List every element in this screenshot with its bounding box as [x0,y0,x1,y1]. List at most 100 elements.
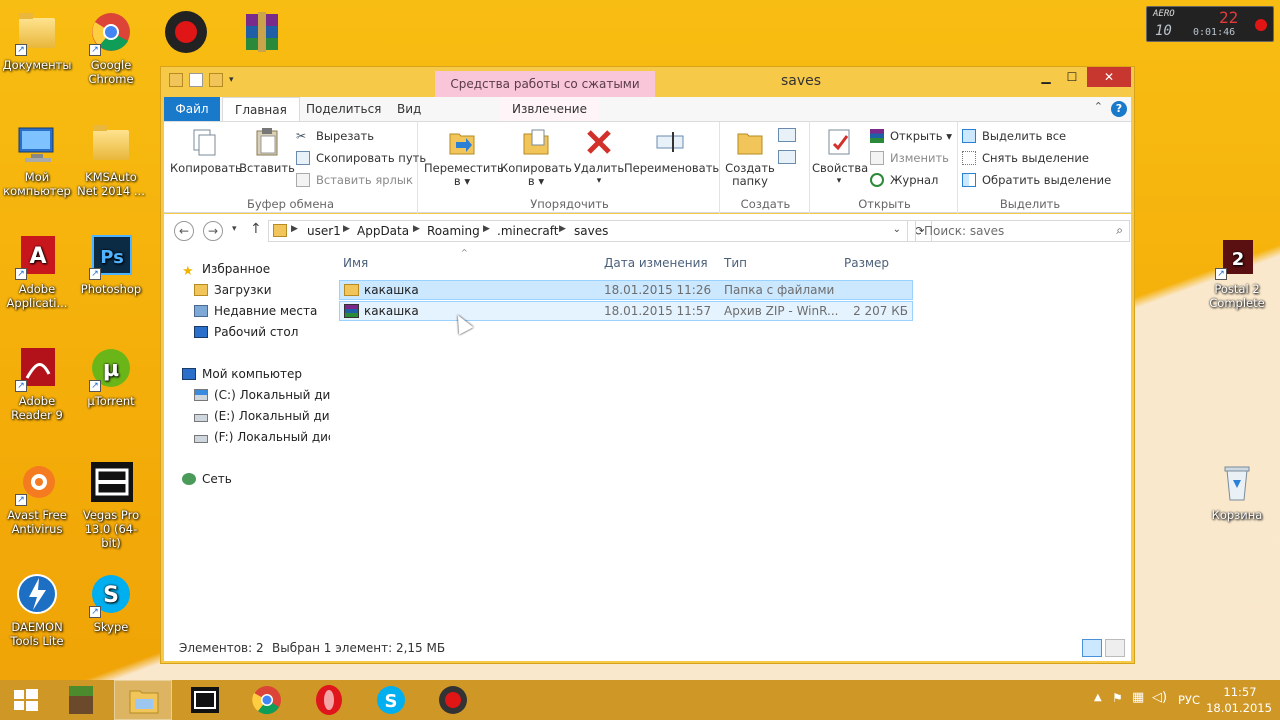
details-view-button[interactable] [1082,639,1102,657]
copy-to-button[interactable]: Копировать в ▾ [500,126,572,188]
back-button[interactable]: ← [174,221,194,241]
nav-favorites[interactable]: ★ Избранное [182,262,270,276]
invert-selection-button[interactable]: Обратить выделение [962,170,1111,190]
breadcrumb[interactable]: ▶ user1 ▶ AppData ▶ Roaming ▶ .minecraft… [268,220,908,242]
clock-date[interactable]: 18.01.2015 [1204,701,1274,715]
cut-button[interactable]: ✂ Вырезать [296,126,374,146]
copy-button[interactable]: Копировать [170,126,242,175]
properties-qat-icon[interactable] [189,73,203,87]
desktop-icon-skype[interactable]: S ↗ Skype [75,570,147,634]
desktop-icon-chrome[interactable]: ↗ Google Chrome [75,8,147,86]
nav-drive-c[interactable]: (C:) Локальный дис [194,388,330,402]
action-center-icon[interactable]: ⚑ [1112,691,1123,705]
desktop-icon-photoshop[interactable]: Ps ↗ Photoshop [75,232,147,296]
new-folder-qat-icon[interactable] [209,73,223,87]
new-folder-button[interactable]: Создать папку [724,126,776,188]
chevron-right-icon[interactable]: ▶ [483,224,490,234]
desktop-icon-recycle-bin[interactable]: Корзина [1201,458,1273,522]
forward-button[interactable]: → [203,221,223,241]
edit-button[interactable]: Изменить [870,148,949,168]
group-create: Создать папку Создать [722,122,810,214]
file-row[interactable]: какашка 18.01.2015 11:26 Папка с файлами [339,280,913,300]
desktop-icon-daemon-tools[interactable]: DAEMON Tools Lite [1,570,73,648]
paste-button[interactable]: Вставить [238,126,296,175]
tab-file[interactable]: Файл [164,97,220,121]
up-button[interactable]: ↑ [250,221,262,237]
close-button[interactable]: ✕ [1087,67,1131,87]
nav-desktop[interactable]: Рабочий стол [194,325,298,339]
desktop-icon-utorrent[interactable]: µ ↗ µTorrent [75,344,147,408]
chevron-down-icon[interactable]: ⌄ [893,224,901,235]
taskbar-skype[interactable]: S [362,680,420,720]
select-none-button[interactable]: Снять выделение [962,148,1089,168]
paste-shortcut-button[interactable]: Вставить ярлык [296,170,413,190]
desktop-icon-vegas[interactable]: Vegas Pro 13.0 (64-bit) [75,458,147,550]
desktop-icon-documents[interactable]: ↗ Документы [1,8,73,72]
delete-button[interactable]: Удалить ▾ [572,126,626,188]
easy-access-icon[interactable] [778,150,796,164]
taskbar-explorer[interactable] [114,680,172,720]
select-all-button[interactable]: Выделить все [962,126,1066,146]
desktop-icon-kmsauto[interactable]: KMSAuto Net 2014 ... [75,120,147,198]
qat-dropdown-icon[interactable]: ▾ [229,73,239,87]
column-header-date[interactable]: Дата изменения [604,256,708,270]
tab-extract[interactable]: Извлечение [500,97,599,121]
tab-home[interactable]: Главная [222,97,300,121]
desktop-icon-my-computer[interactable]: Мой компьютер [1,120,73,198]
language-indicator[interactable]: РУС [1178,693,1200,707]
nav-recent-places[interactable]: Недавние места [194,304,317,318]
start-button[interactable] [0,680,52,720]
file-row[interactable]: какашка 18.01.2015 11:57 Архив ZIP - Win… [339,301,913,321]
move-to-button[interactable]: Переместить в ▾ [424,126,504,188]
chevron-right-icon[interactable]: ▶ [559,224,566,234]
tab-view[interactable]: Вид [385,97,433,121]
desktop-icon-adobe-app[interactable]: A ↗ Adobe Applicati... [1,232,73,310]
nav-my-computer[interactable]: Мой компьютер [182,367,302,381]
breadcrumb-appdata[interactable]: AppData [357,224,409,238]
clock-time[interactable]: 11:57 [1210,685,1270,699]
column-header-size[interactable]: Размер [844,256,889,270]
nav-network[interactable]: Сеть [182,472,232,486]
nav-downloads[interactable]: Загрузки [194,283,272,297]
minimize-button[interactable]: ▁ [1033,67,1059,87]
collapse-ribbon-icon[interactable]: ⌃ [1094,100,1103,113]
recent-locations-icon[interactable]: ▾ [232,224,237,234]
maximize-button[interactable]: ☐ [1059,67,1085,87]
breadcrumb-saves[interactable]: saves [574,224,608,238]
large-icons-view-button[interactable] [1105,639,1125,657]
help-icon[interactable]: ? [1111,101,1127,117]
column-header-name[interactable]: Имя [343,256,368,270]
rename-button[interactable]: Переименовать [624,126,719,175]
properties-button[interactable]: Свойства ▾ [812,126,868,188]
breadcrumb-roaming[interactable]: Roaming [427,224,480,238]
open-button[interactable]: Открыть ▾ [870,126,952,146]
nav-drive-f[interactable]: (F:) Локальный дис [194,430,330,444]
search-input[interactable] [916,221,1096,241]
desktop-icon-adobe-reader[interactable]: ↗ Adobe Reader 9 [1,344,73,422]
taskbar-chrome[interactable] [238,680,296,720]
breadcrumb-user1[interactable]: user1 [307,224,341,238]
chevron-right-icon[interactable]: ▶ [291,224,298,234]
new-item-icon[interactable] [778,128,796,142]
taskbar-bandicam[interactable] [424,680,482,720]
volume-icon[interactable]: ◁) [1152,690,1167,705]
column-header-type[interactable]: Тип [724,256,747,270]
desktop-icon-winrar[interactable] [226,8,298,58]
show-hidden-icons-icon[interactable]: ▲ [1094,692,1102,703]
search-icon[interactable]: ⌕ [1116,223,1123,238]
copy-path-button[interactable]: Скопировать путь [296,148,426,168]
taskbar-opera[interactable] [300,680,358,720]
breadcrumb-minecraft[interactable]: .minecraft [497,224,558,238]
desktop-icon-postal[interactable]: 2 ↗ Postal 2 Complete [1201,232,1273,310]
taskbar-vegas[interactable] [176,680,234,720]
taskbar-minecraft[interactable] [52,680,110,720]
desktop-icon-bandicam[interactable] [150,8,222,58]
address-bar: ← → ▾ ↑ ▶ user1 ▶ AppData ▶ Roaming ▶ .m… [164,214,1131,248]
history-button[interactable]: Журнал [870,170,938,190]
chevron-right-icon[interactable]: ▶ [413,224,420,234]
tab-share[interactable]: Поделиться [294,97,393,121]
nav-drive-e[interactable]: (E:) Локальный дис [194,409,330,423]
desktop-icon-avast[interactable]: ↗ Avast Free Antivirus [1,458,73,536]
chevron-right-icon[interactable]: ▶ [343,224,350,234]
network-tray-icon[interactable]: ▦ [1132,690,1144,705]
